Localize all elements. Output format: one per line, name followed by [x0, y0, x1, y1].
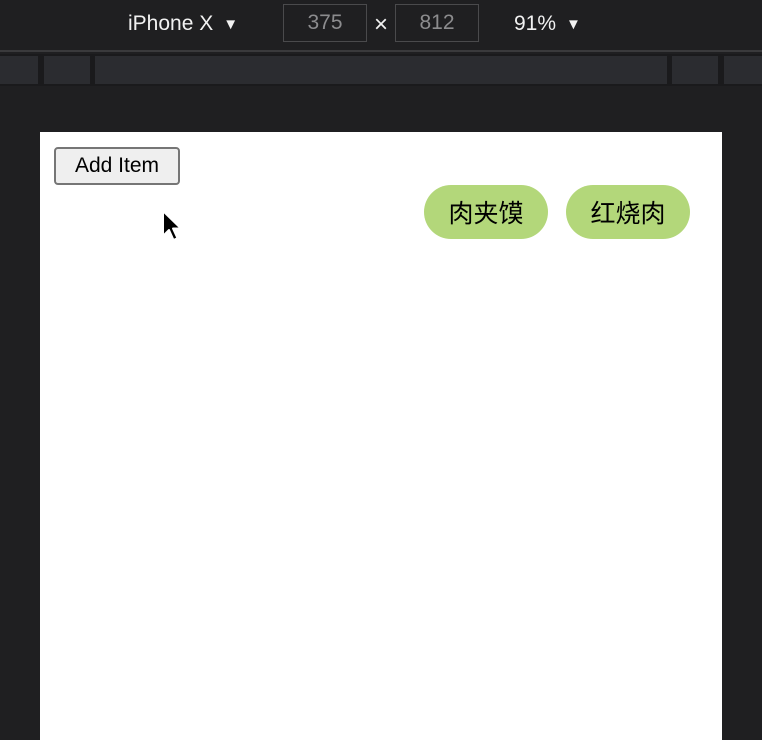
media-query-segment[interactable]	[95, 56, 667, 84]
media-query-segment[interactable]	[44, 56, 90, 84]
viewport-height-input[interactable]	[395, 4, 479, 42]
device-name: iPhone X	[128, 12, 214, 35]
item-chip[interactable]: 红烧肉	[566, 185, 690, 239]
device-selector[interactable]: iPhone X ▼	[128, 10, 238, 38]
zoom-value: 91%	[514, 12, 557, 35]
chevron-down-icon: ▼	[566, 15, 581, 33]
viewport-width-input[interactable]	[283, 4, 367, 42]
media-query-bar	[0, 54, 762, 86]
chevron-down-icon: ▼	[223, 15, 239, 33]
zoom-selector[interactable]: 91% ▼	[514, 10, 581, 38]
media-query-segment[interactable]	[672, 56, 718, 84]
toolbar-divider	[0, 50, 762, 52]
item-chip[interactable]: 肉夹馍	[424, 185, 548, 239]
times-separator: ×	[373, 11, 388, 38]
media-query-segment[interactable]	[724, 56, 762, 84]
add-item-button[interactable]: Add Item	[54, 147, 180, 185]
media-query-segment[interactable]	[0, 56, 38, 84]
device-viewport: Add Item 肉夹馍 红烧肉	[40, 132, 722, 740]
device-toolbar: iPhone X ▼ × 91% ▼	[0, 0, 762, 50]
